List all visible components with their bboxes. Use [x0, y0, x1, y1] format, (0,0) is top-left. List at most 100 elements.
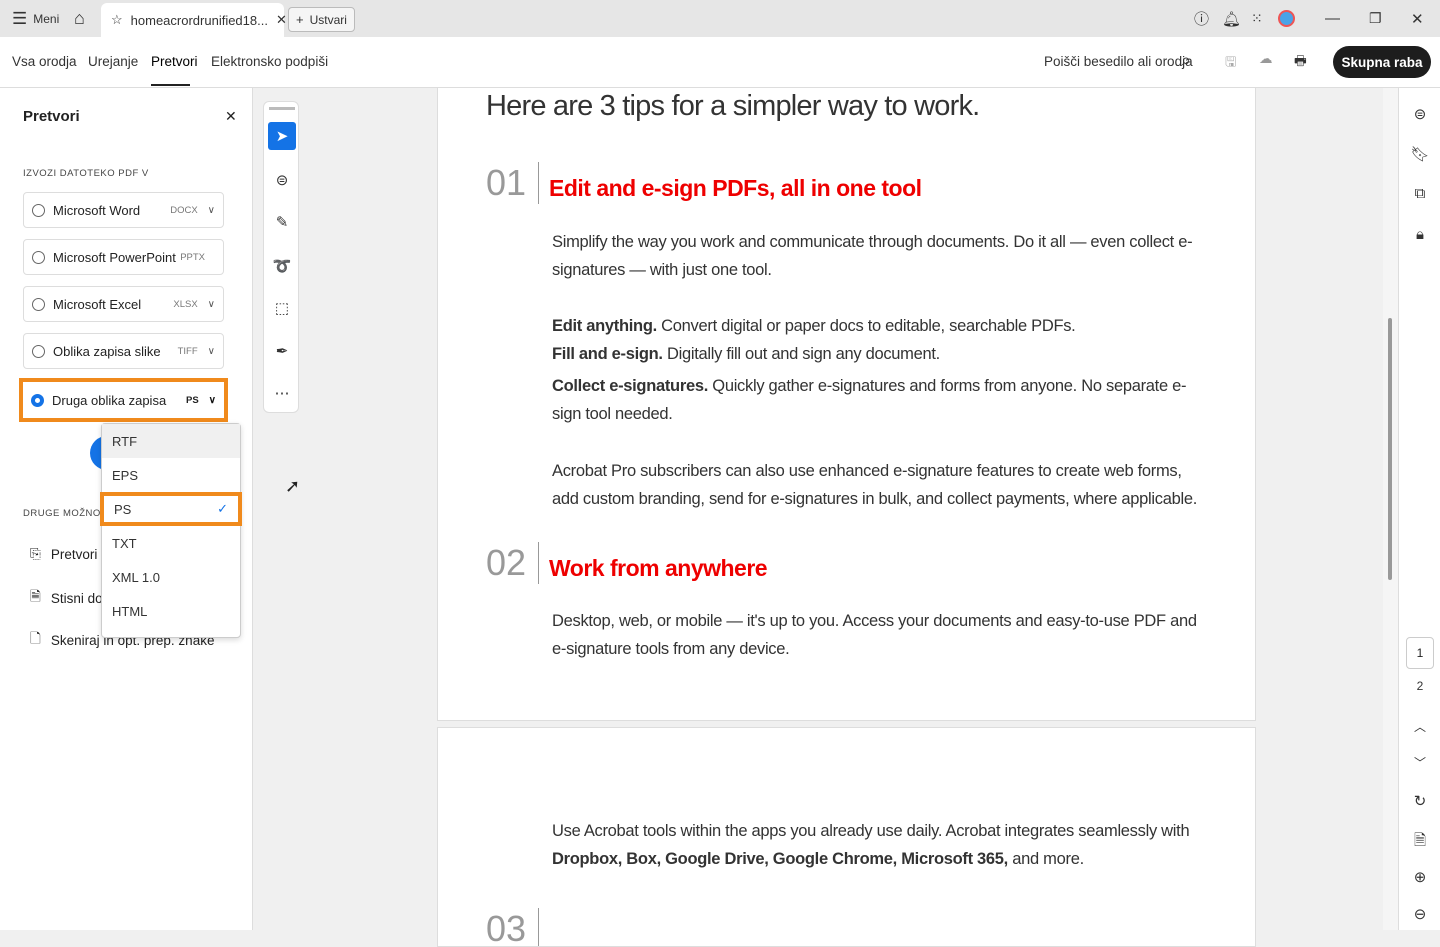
section-title: Edit and e-sign PDFs, all in one tool: [549, 175, 922, 202]
paragraph: Desktop, web, or mobile — it's up to you…: [552, 607, 1212, 663]
lock-icon[interactable]: 🔒︎: [1409, 226, 1431, 248]
drag-handle[interactable]: [269, 107, 295, 110]
bold-text: Edit anything.: [552, 317, 657, 335]
export-section-label: IZVOZI DATOTEKO PDF V: [23, 168, 149, 179]
format-ext: TIFF: [178, 346, 198, 357]
cloud-upload-icon[interactable]: ☁: [1259, 51, 1273, 67]
radio-icon[interactable]: [32, 204, 45, 217]
dropdown-item-eps[interactable]: EPS: [102, 458, 240, 492]
star-icon[interactable]: ☆: [111, 12, 123, 28]
option-label: Stisni do: [51, 591, 103, 606]
format-word[interactable]: Microsoft WordDOCX∨: [23, 192, 224, 228]
format-other[interactable]: Druga oblika zapisa PS ∨: [19, 378, 228, 422]
pages-icon[interactable]: ⧉: [1409, 185, 1431, 207]
tab-convert[interactable]: Pretvori: [151, 54, 198, 69]
radio-icon[interactable]: [32, 251, 45, 264]
active-tab-indicator: [151, 84, 190, 86]
close-panel-icon[interactable]: ✕: [225, 108, 237, 125]
tab-all-tools[interactable]: Vsa orodja: [12, 54, 77, 69]
radio-icon[interactable]: [32, 345, 45, 358]
section-title: Work from anywhere: [549, 555, 767, 582]
print-icon[interactable]: 🖶: [1294, 51, 1307, 74]
mouse-cursor-icon: ➚: [285, 476, 300, 497]
avatar[interactable]: [1278, 0, 1295, 37]
format-name: Microsoft PowerPoint: [53, 250, 176, 265]
menu-bar: Vsa orodja Urejanje Pretvori Elektronsko…: [0, 37, 1440, 88]
document-page-1: Here are 3 tips for a simpler way to wor…: [437, 88, 1256, 721]
dropdown-item-ps[interactable]: PS✓: [100, 492, 242, 526]
search-icon[interactable]: ⌕: [1181, 50, 1191, 71]
text: Convert digital or paper docs to editabl…: [657, 317, 1076, 335]
page-fit-icon[interactable]: 🗎: [1409, 830, 1431, 852]
close-window-icon[interactable]: ✕: [1411, 0, 1424, 37]
dropdown-item-txt[interactable]: TXT: [102, 526, 240, 560]
format-name: Microsoft Word: [53, 203, 140, 218]
tab-title: homeacrordrunified18...: [131, 13, 268, 28]
hamburger-icon: ☰: [12, 9, 27, 29]
other-options-label: DRUGE MOŽNOS: [23, 508, 108, 519]
menu-button[interactable]: ☰ Meni: [12, 0, 59, 37]
option-compress[interactable]: 🗎Stisni do: [30, 587, 103, 610]
dropdown-item-html[interactable]: HTML: [102, 594, 240, 628]
minimize-icon[interactable]: —: [1325, 0, 1340, 37]
bookmark-icon[interactable]: 🔖︎: [1409, 145, 1431, 167]
right-rail: ⊜ 🔖︎ ⧉ 🔒︎ 1 2 ︿ ﹀ ↻ 🗎 ⊕ ⊖: [1398, 88, 1440, 930]
radio-selected-icon[interactable]: [31, 394, 44, 407]
chevron-up-icon[interactable]: ︿: [1409, 718, 1431, 740]
format-ext: PS: [186, 395, 199, 406]
quick-tools-bar: ➤ ⊜ ✎ ➰ ⬚ ✒ ⋯: [263, 101, 299, 413]
text-select-icon[interactable]: ⬚: [268, 294, 296, 322]
format-name: Oblika zapisa slike: [53, 344, 161, 359]
doc-heading: Here are 3 tips for a simpler way to wor…: [486, 90, 979, 123]
zoom-out-icon[interactable]: ⊖: [1409, 905, 1431, 927]
option-convert[interactable]: ⎘Pretvori: [30, 546, 97, 562]
rotate-icon[interactable]: ↻: [1409, 792, 1431, 814]
select-tool-icon[interactable]: ➤: [268, 122, 296, 150]
section-number: 03: [486, 908, 539, 947]
search-tools-input[interactable]: Poišči besedilo ali orodja: [1044, 54, 1193, 69]
comment-panel-icon[interactable]: ⊜: [1409, 105, 1431, 127]
dropdown-item-rtf[interactable]: RTF: [102, 424, 240, 458]
bell-icon[interactable]: 🔔︎: [1222, 0, 1241, 37]
apps-icon[interactable]: ⁙: [1251, 0, 1263, 37]
bold-text: Fill and e-sign.: [552, 345, 663, 363]
text: Digitally fill out and sign any document…: [663, 345, 940, 363]
menu-label: Meni: [33, 12, 59, 26]
chevron-down-icon[interactable]: ﹀: [1409, 754, 1431, 776]
close-tab-icon[interactable]: ✕: [276, 12, 287, 28]
highlight-pen-icon[interactable]: ✎: [268, 208, 296, 236]
scrollbar[interactable]: [1383, 88, 1398, 930]
format-excel[interactable]: Microsoft ExcelXLSX∨: [23, 286, 224, 322]
help-icon[interactable]: ⓘ: [1194, 0, 1209, 37]
save-icon[interactable]: 🖫: [1225, 52, 1237, 75]
text: and more.: [1008, 850, 1084, 868]
panel-title: Pretvori: [23, 108, 80, 125]
zoom-in-icon[interactable]: ⊕: [1409, 868, 1431, 890]
restore-icon[interactable]: ❐: [1369, 0, 1382, 37]
chevron-down-icon[interactable]: ∨: [208, 346, 215, 357]
format-image[interactable]: Oblika zapisa slike TIFF ∨: [23, 333, 224, 369]
create-label: Ustvari: [310, 13, 347, 27]
dropdown-item-xml[interactable]: XML 1.0: [102, 560, 240, 594]
create-button[interactable]: +Ustvari: [288, 7, 355, 32]
scrollbar-thumb[interactable]: [1388, 318, 1392, 580]
radio-icon[interactable]: [32, 298, 45, 311]
share-button[interactable]: Skupna raba: [1333, 46, 1431, 78]
page-1-button[interactable]: 1: [1406, 637, 1434, 669]
home-icon[interactable]: ⌂: [74, 0, 85, 37]
chevron-down-icon[interactable]: ∨: [208, 299, 215, 310]
chevron-down-icon[interactable]: ∨: [209, 395, 216, 406]
format-ext: PPTX: [180, 252, 205, 263]
draw-icon[interactable]: ➰: [268, 252, 296, 280]
format-powerpoint[interactable]: Microsoft PowerPoint PPTX: [23, 239, 224, 275]
sign-icon[interactable]: ✒: [268, 337, 296, 365]
document-tab[interactable]: ☆ homeacrordrunified18... ✕: [101, 3, 284, 37]
chevron-down-icon[interactable]: ∨: [208, 205, 215, 216]
tab-esign[interactable]: Elektronsko podpiši: [211, 54, 328, 69]
page-2-button[interactable]: 2: [1409, 679, 1431, 701]
more-tools-icon[interactable]: ⋯: [268, 379, 296, 407]
comment-icon[interactable]: ⊜: [268, 166, 296, 194]
tab-edit[interactable]: Urejanje: [88, 54, 138, 69]
scan-icon: 🗋: [30, 629, 41, 652]
format-name: Druga oblika zapisa: [52, 393, 166, 408]
